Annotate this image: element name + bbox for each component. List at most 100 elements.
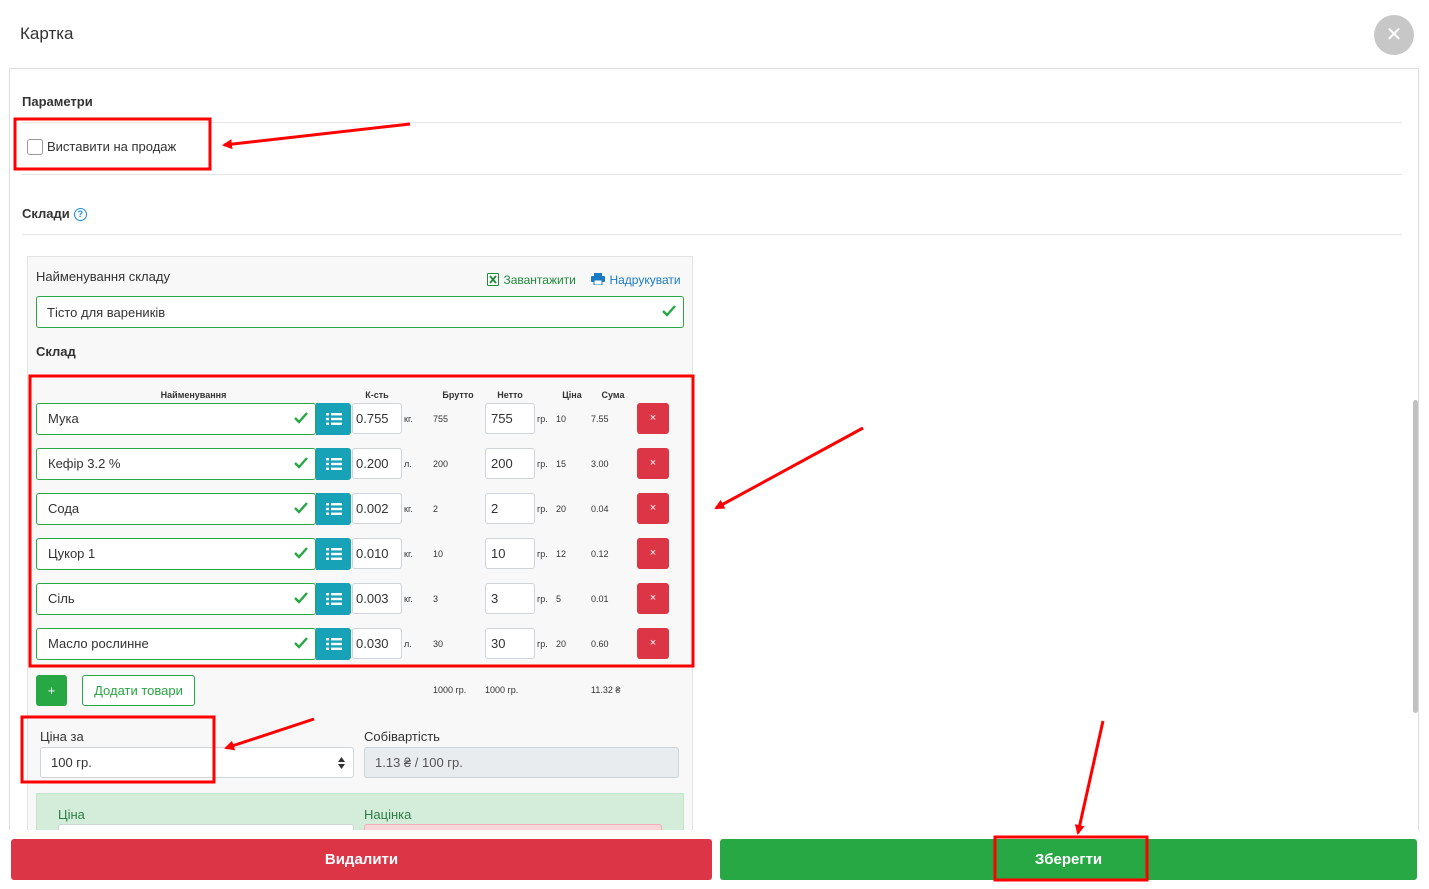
check-icon bbox=[294, 457, 308, 469]
gross-value: 755 bbox=[433, 414, 449, 424]
net-unit: гр. bbox=[537, 639, 548, 649]
params-title: Параметри bbox=[22, 94, 93, 109]
ingredient-name-input[interactable]: Мука bbox=[36, 403, 316, 435]
net-input[interactable]: 10 bbox=[485, 538, 535, 569]
list-icon bbox=[326, 548, 342, 560]
list-icon bbox=[326, 593, 342, 605]
price-value: 12 bbox=[556, 549, 567, 559]
check-icon bbox=[294, 637, 308, 649]
composition-label: Склад bbox=[36, 344, 76, 359]
modal-title: Картка bbox=[20, 24, 74, 43]
net-input[interactable]: 30 bbox=[485, 628, 535, 659]
price-per-select[interactable]: 100 гр. bbox=[40, 747, 354, 778]
ingredient-name-input[interactable]: Масло рослинне bbox=[36, 628, 316, 660]
for-sale-checkbox[interactable] bbox=[27, 139, 43, 155]
list-icon bbox=[326, 458, 342, 470]
check-icon bbox=[662, 305, 676, 317]
qty-unit: кг. bbox=[404, 414, 413, 424]
net-input[interactable]: 755 bbox=[485, 403, 535, 434]
help-icon[interactable]: ? bbox=[73, 208, 87, 221]
qty-unit: л. bbox=[404, 639, 412, 649]
ingredient-name-input[interactable]: Сода bbox=[36, 493, 316, 525]
sum-value: 0.01 bbox=[591, 594, 609, 604]
gross-value: 10 bbox=[433, 549, 444, 559]
price-value: 20 bbox=[556, 639, 567, 649]
net-input[interactable]: 200 bbox=[485, 448, 535, 479]
sum-value: 0.12 bbox=[591, 549, 609, 559]
price-input[interactable] bbox=[58, 824, 354, 830]
ingredient-list-button[interactable] bbox=[316, 583, 351, 615]
delete-button[interactable]: Видалити bbox=[11, 839, 712, 880]
gross-value: 2 bbox=[433, 504, 439, 514]
add-row-button[interactable]: + bbox=[36, 675, 67, 706]
qty-input[interactable]: 0.003 bbox=[352, 583, 402, 614]
for-sale-label: Виставити на продаж bbox=[47, 139, 177, 154]
qty-input[interactable]: 0.010 bbox=[352, 538, 402, 569]
net-input[interactable]: 2 bbox=[485, 493, 535, 524]
price-per-label: Ціна за bbox=[40, 729, 84, 744]
qty-input[interactable]: 0.002 bbox=[352, 493, 402, 524]
col-header-name: Найменування bbox=[160, 390, 227, 400]
col-header-net: Нетто bbox=[497, 390, 523, 400]
qty-input[interactable]: 0.030 bbox=[352, 628, 402, 659]
close-icon: ✕ bbox=[1385, 24, 1403, 46]
divider bbox=[22, 174, 1402, 175]
delete-row-button[interactable]: × bbox=[637, 403, 669, 434]
ingredient-list-button[interactable] bbox=[316, 628, 351, 660]
cost-field: 1.13 ₴ / 100 гр. bbox=[364, 747, 679, 778]
gross-value: 30 bbox=[433, 639, 444, 649]
sum-value: 7.55 bbox=[591, 414, 609, 424]
ingredient-list-button[interactable] bbox=[316, 448, 351, 480]
store-name-input[interactable]: Тісто для вареників bbox=[36, 296, 684, 328]
ingredient-name-input[interactable]: Цукор 1 bbox=[36, 538, 316, 570]
net-unit: гр. bbox=[537, 594, 548, 604]
printer-icon bbox=[591, 273, 605, 286]
ingredient-name-input[interactable]: Сіль bbox=[36, 583, 316, 615]
delete-row-button[interactable]: × bbox=[637, 493, 669, 524]
price-value: 10 bbox=[556, 414, 567, 424]
delete-row-button[interactable]: × bbox=[637, 448, 669, 479]
scrollbar[interactable] bbox=[1413, 400, 1418, 713]
list-icon bbox=[326, 638, 342, 650]
net-unit: гр. bbox=[537, 504, 548, 514]
qty-input[interactable]: 0.755 bbox=[352, 403, 402, 434]
add-goods-button[interactable]: Додати товари bbox=[82, 675, 195, 706]
check-icon bbox=[294, 592, 308, 604]
qty-unit: л. bbox=[404, 459, 412, 469]
check-icon bbox=[294, 547, 308, 559]
divider bbox=[22, 234, 1402, 235]
download-link[interactable]: Завантажити bbox=[487, 271, 576, 289]
excel-icon bbox=[487, 273, 499, 286]
markup-input[interactable] bbox=[364, 824, 662, 830]
qty-input[interactable]: 0.200 bbox=[352, 448, 402, 479]
print-link[interactable]: Надрукувати bbox=[591, 271, 681, 289]
ingredient-list-button[interactable] bbox=[316, 493, 351, 525]
delete-row-button[interactable]: × bbox=[637, 583, 669, 614]
ingredient-name-input[interactable]: Кефір 3.2 % bbox=[36, 448, 316, 480]
gross-value: 3 bbox=[433, 594, 439, 604]
total-net: 1000 гр. bbox=[485, 685, 519, 695]
net-input[interactable]: 3 bbox=[485, 583, 535, 614]
col-header-qty: К-сть bbox=[365, 390, 389, 400]
select-arrows-icon bbox=[338, 757, 345, 769]
col-header-gross: Брутто bbox=[442, 390, 474, 400]
col-header-sum: Сума bbox=[601, 390, 625, 400]
qty-unit: кг. bbox=[404, 549, 413, 559]
stores-title: Склади? bbox=[22, 206, 87, 221]
net-unit: гр. bbox=[537, 459, 548, 469]
price-value: 5 bbox=[556, 594, 562, 604]
ingredient-list-button[interactable] bbox=[316, 538, 351, 570]
sum-value: 0.60 bbox=[591, 639, 609, 649]
close-button[interactable]: ✕ bbox=[1374, 15, 1414, 55]
delete-row-button[interactable]: × bbox=[637, 628, 669, 659]
net-unit: гр. bbox=[537, 549, 548, 559]
delete-row-button[interactable]: × bbox=[637, 538, 669, 569]
gross-value: 200 bbox=[433, 459, 449, 469]
store-name-label: Найменування складу bbox=[36, 269, 170, 284]
ingredient-list-button[interactable] bbox=[316, 403, 351, 435]
sum-value: 3.00 bbox=[591, 459, 609, 469]
list-icon bbox=[326, 413, 342, 425]
qty-unit: кг. bbox=[404, 504, 413, 514]
list-icon bbox=[326, 503, 342, 515]
save-button[interactable]: Зберегти bbox=[720, 839, 1417, 880]
